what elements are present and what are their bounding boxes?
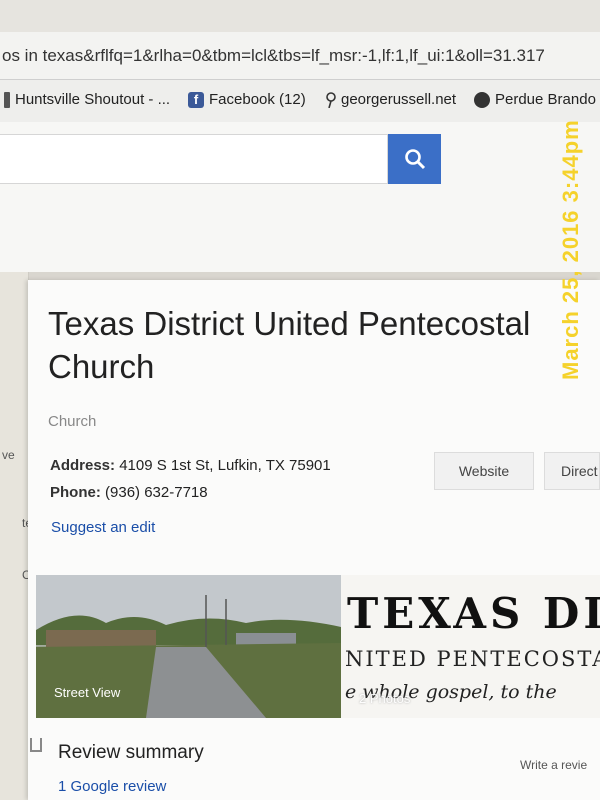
review-summary-title: Review summary <box>58 742 204 763</box>
website-button[interactable]: Website <box>434 452 534 490</box>
review-icon <box>30 738 42 752</box>
directions-button[interactable]: Direct <box>544 452 600 490</box>
logo-line-2: NITED PENTECOSTA <box>345 647 600 671</box>
bookmark-label: georgerussell.net <box>341 91 457 108</box>
phone-value[interactable]: (936) 632-7718 <box>105 484 208 501</box>
address-value: 4109 S 1st St, Lufkin, TX 75901 <box>119 457 331 474</box>
bookmark-label: Huntsville Shoutout - ... <box>15 91 171 108</box>
search-area <box>0 122 600 272</box>
bookmarks-bar: Huntsville Shoutout - ... f Facebook (12… <box>0 80 600 123</box>
date-watermark: March 25, 2016 3:44pm <box>558 119 583 380</box>
pin-icon <box>326 91 336 108</box>
directions-button-label: Direct <box>561 463 598 479</box>
facebook-icon: f <box>188 91 204 108</box>
phone-label: Phone: <box>50 484 101 501</box>
street-view-thumbnail[interactable]: Street View <box>36 575 341 718</box>
bookmark-georgerussell[interactable]: georgerussell.net <box>326 91 456 108</box>
photos-thumbnail[interactable]: TEXAS DIS NITED PENTECOSTA e whole gospe… <box>341 575 600 718</box>
review-count-link[interactable]: 1 Google review <box>58 778 166 795</box>
place-category: Church <box>48 413 97 430</box>
map-strip[interactable]: ve te C <box>0 272 32 800</box>
website-button-label: Website <box>458 463 510 479</box>
search-button[interactable] <box>388 134 441 184</box>
search-input[interactable] <box>0 134 388 184</box>
logo-line-1: TEXAS DIS <box>347 589 600 638</box>
bookmark-icon <box>4 91 10 108</box>
photos-count: 2 Photos <box>359 691 411 706</box>
bookmark-facebook[interactable]: f Facebook (12) <box>188 91 306 108</box>
address-label: Address: <box>50 457 116 474</box>
phone-row: Phone: (936) 632-7718 <box>50 484 208 501</box>
url-text[interactable]: os in texas&rflfq=1&rlha=0&tbm=lcl&tbs=l… <box>2 46 545 65</box>
bookmark-huntsville[interactable]: Huntsville Shoutout - ... <box>4 91 170 108</box>
globe-icon <box>474 91 490 108</box>
suggest-edit-link[interactable]: Suggest an edit <box>51 519 155 536</box>
search-icon <box>404 149 425 170</box>
bookmark-label: Facebook (12) <box>209 91 306 108</box>
browser-top-strip <box>0 0 600 32</box>
map-label: ve <box>2 448 15 462</box>
address-bar[interactable]: os in texas&rflfq=1&rlha=0&tbm=lcl&tbs=l… <box>0 32 600 80</box>
place-title: Texas District United Pentecostal Church <box>48 305 531 385</box>
write-review-button[interactable]: Write a revie <box>520 758 587 772</box>
street-view-label: Street View <box>54 685 121 700</box>
address-row: Address: 4109 S 1st St, Lufkin, TX 75901 <box>50 457 331 474</box>
